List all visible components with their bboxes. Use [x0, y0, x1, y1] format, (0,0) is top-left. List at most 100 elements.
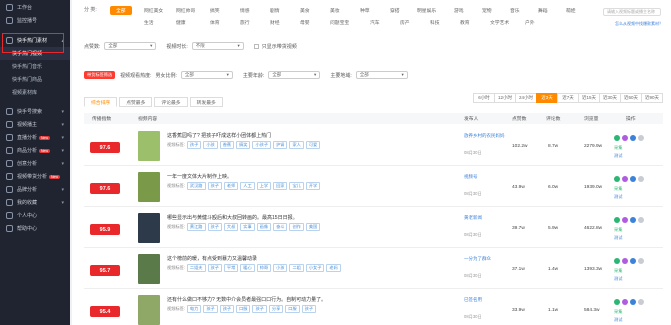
video-thumbnail[interactable] — [138, 213, 160, 243]
col-score[interactable]: 传播指数 — [92, 115, 111, 122]
video-thumbnail[interactable] — [138, 295, 160, 325]
search-input[interactable]: 请输入视频标题或播主名称 — [603, 8, 661, 16]
video-tag[interactable]: 搞笑 — [236, 141, 251, 149]
category-tag[interactable]: 舞蹈 — [538, 7, 548, 14]
video-tag[interactable]: 画像 — [256, 223, 272, 231]
range-button[interactable]: 近60天 — [620, 93, 642, 103]
video-tag[interactable]: 创作 — [289, 223, 304, 231]
video-tag[interactable]: 小孩 — [203, 141, 218, 149]
tab-comments[interactable]: 评论最多 — [154, 97, 188, 107]
category-tag[interactable]: 体育 — [210, 19, 220, 26]
category-tag[interactable]: 剧情 — [270, 7, 280, 14]
video-tag[interactable]: 口服 — [285, 305, 300, 313]
download-icon[interactable] — [622, 135, 628, 141]
video-tag[interactable]: 二姐夫 — [186, 264, 206, 272]
category-tag[interactable]: 萌娃 — [566, 7, 576, 14]
play-icon[interactable] — [630, 258, 636, 264]
video-tag[interactable]: 家人 — [289, 141, 304, 149]
category-tag[interactable]: 科技 — [430, 19, 440, 26]
category-all[interactable]: 全部 — [110, 6, 132, 15]
category-tag[interactable]: 美妆 — [330, 7, 340, 14]
category-tag[interactable]: 明星娱乐 — [417, 7, 436, 14]
video-tag[interactable]: 孩子 — [219, 305, 235, 313]
video-tag[interactable]: 孩子 — [301, 305, 317, 313]
chat-icon[interactable] — [614, 135, 620, 141]
video-tag[interactable]: 护肾 — [273, 141, 288, 149]
tab-overall[interactable]: 综合排序 — [84, 97, 118, 107]
more-icon[interactable] — [638, 217, 644, 223]
video-tag[interactable]: 口服 — [236, 305, 251, 313]
video-tag[interactable]: 小女子 — [305, 264, 325, 272]
video-tag[interactable]: 暖心 — [240, 264, 255, 272]
video-tag[interactable]: 宝儿 — [289, 182, 304, 190]
video-tag[interactable]: 回家 — [273, 182, 288, 190]
sidebar-item-live[interactable]: 直播分析 New ▾ — [0, 131, 70, 144]
sidebar-sub-hot-music[interactable]: 快手热门音乐 — [0, 60, 70, 73]
category-tag[interactable]: 搞笑 — [210, 7, 220, 14]
author-link[interactable]: 黄老新闻 — [464, 215, 482, 221]
video-tag[interactable]: 小孩子 — [252, 141, 272, 149]
range-button[interactable]: 24小时 — [515, 93, 537, 103]
category-tag[interactable]: 音乐 — [510, 7, 520, 14]
category-tag[interactable]: 穿搭 — [390, 7, 400, 14]
video-tag[interactable]: 孩子 — [252, 305, 267, 313]
likes-filter-select[interactable]: 全部 ▾ — [104, 42, 157, 50]
video-title[interactable]: 一年一度文体大片制作上映。 — [167, 173, 232, 180]
category-tag[interactable]: 游戏 — [454, 7, 464, 14]
collect-link[interactable]: 采集 — [614, 309, 622, 315]
sidebar-item-hot-material[interactable]: 快手热门素材 ▴ — [0, 34, 70, 47]
chat-icon[interactable] — [614, 258, 620, 264]
video-tag[interactable]: 武汉路 — [186, 182, 206, 190]
sidebar-item-workbench[interactable]: 工作台 — [0, 1, 70, 14]
video-tag[interactable]: 平常 — [223, 264, 239, 272]
range-button[interactable]: 近90天 — [641, 93, 663, 103]
category-tag[interactable]: 生活 — [144, 19, 154, 26]
sidebar-item-monitor[interactable]: 监控播号 — [0, 14, 70, 27]
sidebar-item-brand[interactable]: 品牌分析 ▾ — [0, 183, 70, 196]
video-tag[interactable]: 人工 — [240, 182, 255, 190]
tab-likes[interactable]: 点赞最多 — [119, 97, 153, 107]
collect-link[interactable]: 采集 — [614, 268, 622, 274]
sidebar-item-creative[interactable]: 创意分析 ▾ — [0, 157, 70, 170]
help-link[interactable]: 怎么从视频中找爆款素材？ — [615, 21, 663, 27]
collect-link[interactable]: 采集 — [614, 186, 622, 192]
sidebar-sub-hot-videos[interactable]: 快手热门视频 — [0, 47, 70, 60]
range-button-active[interactable]: 近3天 — [536, 93, 558, 103]
range-button[interactable]: 6小时 — [473, 93, 495, 103]
category-tag[interactable]: 旅行 — [240, 19, 250, 26]
category-tag[interactable]: 教育 — [460, 19, 470, 26]
video-tag[interactable]: 电力 — [186, 305, 202, 313]
video-tag[interactable]: 可爱 — [305, 141, 321, 149]
more-icon[interactable] — [638, 176, 644, 182]
duration-filter-select[interactable]: 不限 ▾ — [191, 42, 244, 50]
video-tag[interactable]: 帅哥 — [256, 264, 272, 272]
category-tag[interactable]: 美食 — [300, 7, 310, 14]
category-tag[interactable]: 汽车 — [370, 19, 380, 26]
test-link[interactable]: 测试 — [614, 235, 622, 241]
download-icon[interactable] — [622, 176, 628, 182]
author-link[interactable]: 已签名用 — [464, 297, 482, 303]
col-comments[interactable]: 评论数 — [546, 115, 560, 122]
play-icon[interactable] — [630, 135, 636, 141]
category-tag[interactable]: 健康 — [176, 19, 186, 26]
sidebar-item-favorites[interactable]: 我的收藏 ▾ — [0, 196, 70, 209]
video-tag[interactable]: 小孩 — [273, 264, 288, 272]
sidebar-item-video-author[interactable]: 视频播主 ▾ — [0, 118, 70, 131]
video-tag[interactable]: 孩子 — [207, 223, 222, 231]
more-icon[interactable] — [638, 258, 644, 264]
category-tag[interactable]: 文学艺术 — [490, 19, 509, 26]
sidebar-item-search[interactable]: 快手号搜索 ▾ — [0, 105, 70, 118]
video-thumbnail[interactable] — [138, 254, 160, 284]
category-tag[interactable]: 问题宝宝 — [330, 19, 349, 26]
chat-icon[interactable] — [614, 176, 620, 182]
collect-link[interactable]: 采集 — [614, 145, 622, 151]
sidebar-item-help[interactable]: 帮助中心 — [0, 222, 70, 235]
video-tag[interactable]: 奋斗 — [273, 223, 288, 231]
video-thumbnail[interactable] — [138, 131, 160, 161]
video-title[interactable]: 这个榜前的暖，有点受到暴力又温馨动录 — [167, 255, 257, 262]
test-link[interactable]: 测试 — [614, 276, 622, 282]
video-tag[interactable]: 老妈 — [326, 264, 341, 272]
more-icon[interactable] — [638, 135, 644, 141]
video-tag[interactable]: 分享 — [268, 305, 284, 313]
test-link[interactable]: 测试 — [614, 194, 622, 200]
